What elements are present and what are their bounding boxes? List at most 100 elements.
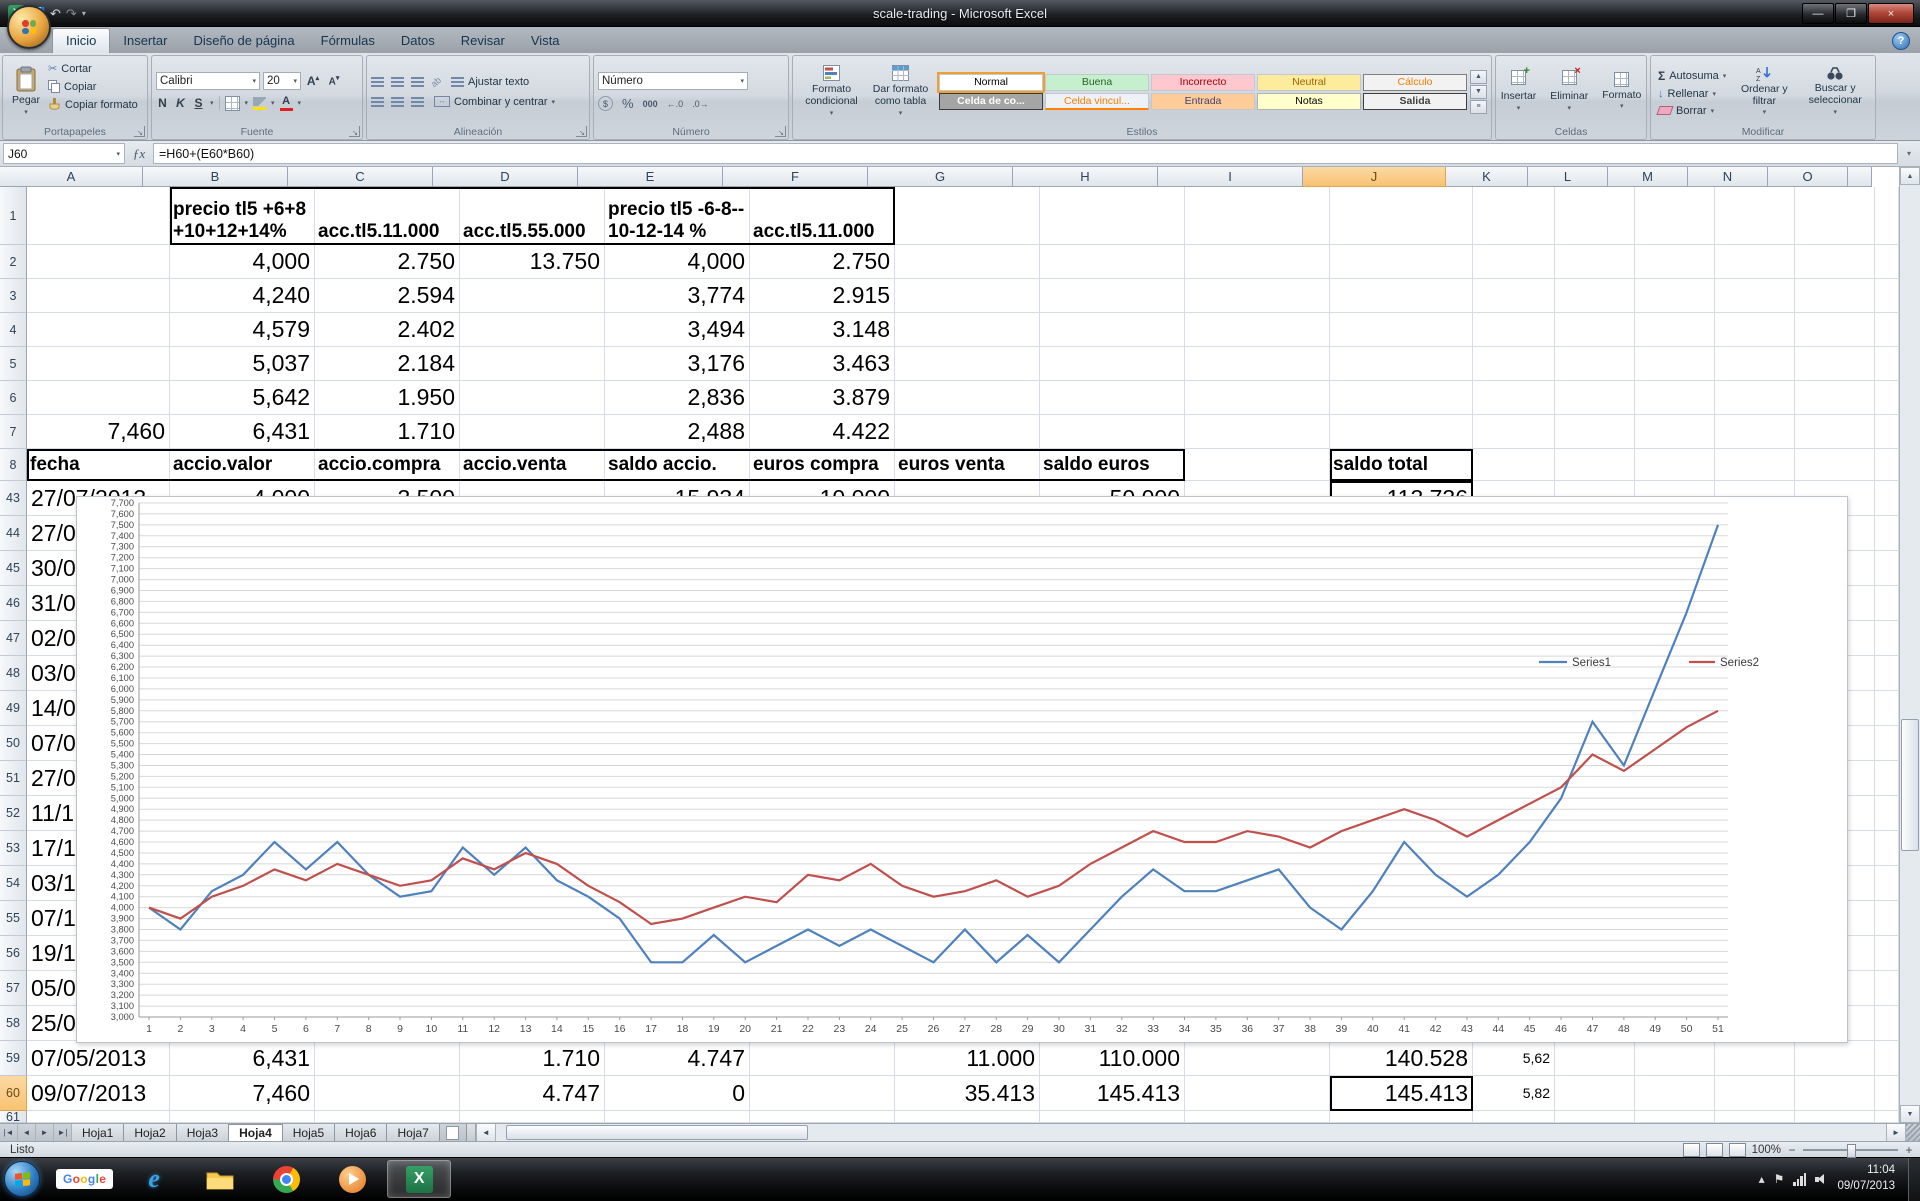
cell-x3[interactable]	[1875, 279, 1899, 313]
gallery-more-icon[interactable]: ≡	[1470, 100, 1487, 114]
cell-D7[interactable]	[460, 415, 605, 449]
cell-J2[interactable]	[1330, 245, 1473, 279]
cell-E2[interactable]: 4,000	[605, 245, 750, 279]
decrease-decimal-icon[interactable]: .0→	[692, 99, 709, 109]
cell-x45[interactable]	[1875, 551, 1899, 586]
tab-datos[interactable]: Datos	[388, 29, 448, 53]
network-icon[interactable]	[1793, 1173, 1806, 1186]
column-header-E[interactable]: E	[578, 167, 723, 187]
cell-x46[interactable]	[1875, 586, 1899, 621]
cell-F61[interactable]	[750, 1111, 895, 1123]
tab-inicio[interactable]: Inicio	[52, 28, 110, 53]
cell-B7[interactable]: 6,431	[170, 415, 315, 449]
insert-function-icon[interactable]: ƒx	[128, 146, 150, 162]
font-size-select[interactable]: 20▾	[263, 72, 301, 90]
cell-N59[interactable]	[1715, 1041, 1795, 1076]
office-button[interactable]	[7, 5, 51, 49]
cell-L7[interactable]	[1555, 415, 1635, 449]
clock[interactable]: 11:04 09/07/2013	[1837, 1163, 1899, 1194]
cell-N6[interactable]	[1715, 381, 1795, 415]
cell-I6[interactable]	[1185, 381, 1330, 415]
cell-x6[interactable]	[1875, 381, 1899, 415]
cell-M61[interactable]	[1635, 1111, 1715, 1123]
italic-button[interactable]: K	[174, 96, 187, 110]
cell-H60[interactable]: 145.413	[1040, 1076, 1185, 1111]
cell-F8[interactable]: euros compra	[750, 449, 895, 481]
column-header-M[interactable]: M	[1608, 167, 1688, 187]
cell-M4[interactable]	[1635, 313, 1715, 347]
cell-A60[interactable]: 09/07/2013	[27, 1076, 170, 1111]
cell-K8[interactable]	[1473, 449, 1555, 481]
action-center-flag-icon[interactable]: ⚑	[1774, 1173, 1785, 1185]
cell-I7[interactable]	[1185, 415, 1330, 449]
cell-D4[interactable]	[460, 313, 605, 347]
fill-color-icon[interactable]	[253, 97, 266, 110]
cell-F5[interactable]: 3.463	[750, 347, 895, 381]
hidden-icons-caret[interactable]: ▴	[1759, 1173, 1765, 1185]
cell-C3[interactable]: 2.594	[315, 279, 460, 313]
currency-icon[interactable]: $	[598, 96, 613, 111]
align-middle-icon[interactable]	[391, 77, 404, 87]
first-sheet-icon[interactable]: |◄	[0, 1124, 18, 1141]
cell-K1[interactable]	[1473, 187, 1555, 245]
row-header-61[interactable]: 61	[0, 1111, 27, 1123]
cell-E6[interactable]: 2,836	[605, 381, 750, 415]
cell-C2[interactable]: 2.750	[315, 245, 460, 279]
cell-C8[interactable]: accio.compra	[315, 449, 460, 481]
cell-N2[interactable]	[1715, 245, 1795, 279]
show-desktop-button[interactable]	[1908, 1158, 1920, 1201]
page-layout-view-icon[interactable]	[1706, 1143, 1723, 1157]
underline-button[interactable]: S	[192, 96, 205, 110]
cell-H1[interactable]	[1040, 187, 1185, 245]
cell-x51[interactable]	[1875, 761, 1899, 796]
cell-O5[interactable]	[1795, 347, 1875, 381]
scroll-down-icon[interactable]: ▼	[1900, 1105, 1920, 1123]
cell-A1[interactable]	[27, 187, 170, 245]
cell-F1[interactable]: acc.tl5.11.000	[750, 187, 895, 245]
name-box[interactable]: J60▾	[3, 143, 125, 164]
tab-revisar[interactable]: Revisar	[448, 29, 518, 53]
delete-cells-button[interactable]: × Eliminar▾	[1545, 69, 1593, 113]
row-header-59[interactable]: 59	[0, 1041, 27, 1076]
cell-M2[interactable]	[1635, 245, 1715, 279]
cell-B5[interactable]: 5,037	[170, 347, 315, 381]
borders-icon[interactable]	[225, 96, 240, 111]
cell-H3[interactable]	[1040, 279, 1185, 313]
row-header-52[interactable]: 52	[0, 796, 27, 831]
cell-x57[interactable]	[1875, 971, 1899, 1006]
cell-C59[interactable]	[315, 1041, 460, 1076]
cell-K6[interactable]	[1473, 381, 1555, 415]
style-buena[interactable]: Buena	[1045, 74, 1149, 91]
cell-x60[interactable]	[1875, 1076, 1899, 1111]
cell-C5[interactable]: 2.184	[315, 347, 460, 381]
cell-H2[interactable]	[1040, 245, 1185, 279]
taskbar-explorer-button[interactable]	[189, 1161, 251, 1197]
row-header-56[interactable]: 56	[0, 936, 27, 971]
format-painter-button[interactable]: Copiar formato	[45, 97, 141, 112]
orientation-icon[interactable]: ab	[429, 74, 443, 88]
column-header-A[interactable]: A	[0, 167, 143, 187]
cell-D6[interactable]	[460, 381, 605, 415]
row-header-43[interactable]: 43	[0, 481, 27, 516]
cell-O8[interactable]	[1795, 449, 1875, 481]
format-cells-button[interactable]: Formato▾	[1597, 71, 1646, 112]
cell-M6[interactable]	[1635, 381, 1715, 415]
qat-customize-icon[interactable]: ▾	[82, 9, 86, 18]
cell-x43[interactable]	[1875, 481, 1899, 516]
insert-worksheet-tab[interactable]	[440, 1124, 467, 1141]
cell-N5[interactable]	[1715, 347, 1795, 381]
align-left-icon[interactable]	[371, 97, 384, 107]
cell-x55[interactable]	[1875, 901, 1899, 936]
cell-F7[interactable]: 4.422	[750, 415, 895, 449]
column-header-H[interactable]: H	[1013, 167, 1158, 187]
sheet-tab-hoja5[interactable]: Hoja5	[283, 1124, 335, 1141]
cell-H59[interactable]: 110.000	[1040, 1041, 1185, 1076]
cell-J59[interactable]: 140.528	[1330, 1041, 1473, 1076]
cell-C6[interactable]: 1.950	[315, 381, 460, 415]
tab-vista[interactable]: Vista	[518, 29, 573, 53]
taskbar-excel-button[interactable]: X	[387, 1160, 451, 1198]
cell-I59[interactable]	[1185, 1041, 1330, 1076]
cut-button[interactable]: ✂Cortar	[45, 61, 141, 76]
cell-x8[interactable]	[1875, 449, 1899, 481]
cell-E5[interactable]: 3,176	[605, 347, 750, 381]
